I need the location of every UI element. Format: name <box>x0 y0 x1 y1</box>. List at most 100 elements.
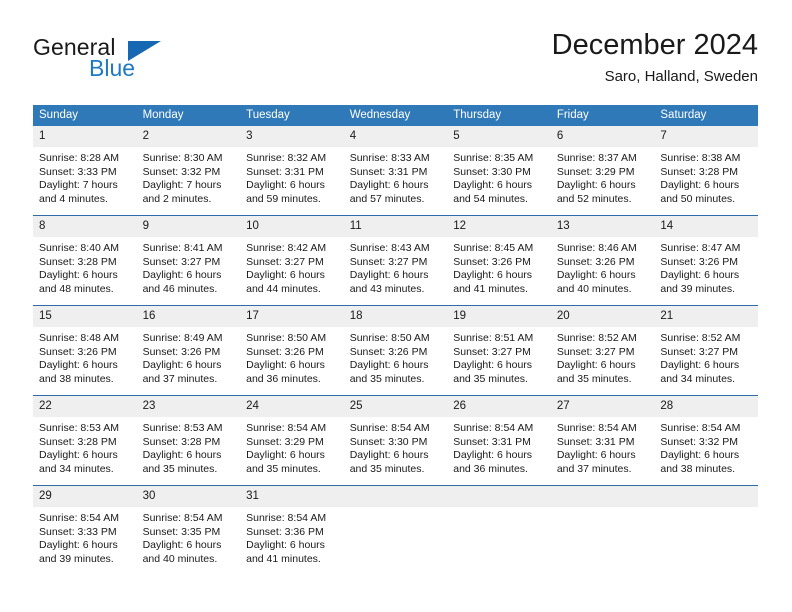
day-cell[interactable]: 22 Sunrise: 8:53 AM Sunset: 3:28 PM Dayl… <box>33 395 137 486</box>
calendar-week-row: 22 Sunrise: 8:53 AM Sunset: 3:28 PM Dayl… <box>33 395 758 486</box>
day-cell[interactable]: 28 Sunrise: 8:54 AM Sunset: 3:32 PM Dayl… <box>654 395 758 486</box>
day-cell[interactable]: 21 Sunrise: 8:52 AM Sunset: 3:27 PM Dayl… <box>654 305 758 396</box>
daylight-text-line2: and 39 minutes. <box>39 552 114 565</box>
day-details: Sunrise: 8:40 AM Sunset: 3:28 PM Dayligh… <box>33 237 137 296</box>
day-number: 31 <box>240 486 344 507</box>
day-number: 18 <box>343 306 448 327</box>
daylight-text-line2: and 41 minutes. <box>246 552 321 565</box>
day-number <box>654 486 758 507</box>
daylight-text-line1: Daylight: 6 hours <box>556 179 636 192</box>
day-number: 8 <box>33 216 137 237</box>
daylight-text-line2: and 41 minutes. <box>453 282 528 295</box>
page-header: General Blue December 2024 Saro, Halland… <box>33 28 758 94</box>
day-cell-empty <box>343 485 448 575</box>
day-cell[interactable]: 14 Sunrise: 8:47 AM Sunset: 3:26 PM Dayl… <box>654 215 758 306</box>
day-details: Sunrise: 8:41 AM Sunset: 3:27 PM Dayligh… <box>137 237 241 296</box>
daylight-text-line1: Daylight: 6 hours <box>660 449 740 462</box>
day-details: Sunrise: 8:42 AM Sunset: 3:27 PM Dayligh… <box>240 237 344 296</box>
day-cell[interactable]: 30 Sunrise: 8:54 AM Sunset: 3:35 PM Dayl… <box>136 485 241 575</box>
day-details: Sunrise: 8:54 AM Sunset: 3:29 PM Dayligh… <box>240 417 344 476</box>
day-details: Sunrise: 8:32 AM Sunset: 3:31 PM Dayligh… <box>240 147 344 206</box>
day-cell[interactable]: 16 Sunrise: 8:49 AM Sunset: 3:26 PM Dayl… <box>136 305 241 396</box>
day-cell[interactable]: 1 Sunrise: 8:28 AM Sunset: 3:33 PM Dayli… <box>33 126 137 216</box>
day-cell[interactable]: 15 Sunrise: 8:48 AM Sunset: 3:26 PM Dayl… <box>33 305 137 396</box>
weekday-header-sunday: Sunday <box>33 105 137 126</box>
day-number: 5 <box>447 126 551 147</box>
day-number: 9 <box>136 216 241 237</box>
day-details: Sunrise: 8:52 AM Sunset: 3:27 PM Dayligh… <box>551 327 655 386</box>
day-number: 19 <box>447 306 551 327</box>
day-cell[interactable]: 9 Sunrise: 8:41 AM Sunset: 3:27 PM Dayli… <box>136 215 241 306</box>
page-title: December 2024 <box>551 29 758 61</box>
daylight-text-line1: Daylight: 6 hours <box>39 449 118 462</box>
day-cell[interactable]: 31 Sunrise: 8:54 AM Sunset: 3:36 PM Dayl… <box>240 485 344 575</box>
sunset-text: Sunset: 3:36 PM <box>246 525 324 538</box>
daylight-text-line1: Daylight: 6 hours <box>142 269 222 282</box>
sunset-text: Sunset: 3:30 PM <box>453 165 531 178</box>
day-cell[interactable]: 8 Sunrise: 8:40 AM Sunset: 3:28 PM Dayli… <box>33 215 137 306</box>
day-cell[interactable]: 25 Sunrise: 8:54 AM Sunset: 3:30 PM Dayl… <box>343 395 448 486</box>
day-details: Sunrise: 8:51 AM Sunset: 3:27 PM Dayligh… <box>447 327 551 386</box>
day-cell[interactable]: 13 Sunrise: 8:46 AM Sunset: 3:26 PM Dayl… <box>550 215 655 306</box>
sunset-text: Sunset: 3:27 PM <box>660 345 739 358</box>
sunset-text: Sunset: 3:31 PM <box>246 165 324 178</box>
day-number: 12 <box>447 216 551 237</box>
day-number: 25 <box>343 396 448 417</box>
sunrise-text: Sunrise: 8:53 AM <box>142 422 223 434</box>
sunset-text: Sunset: 3:29 PM <box>246 435 324 448</box>
daylight-text-line1: Daylight: 6 hours <box>246 179 325 192</box>
sunrise-text: Sunrise: 8:54 AM <box>246 422 327 434</box>
day-cell[interactable]: 26 Sunrise: 8:54 AM Sunset: 3:31 PM Dayl… <box>447 395 551 486</box>
day-details: Sunrise: 8:28 AM Sunset: 3:33 PM Dayligh… <box>33 147 137 206</box>
day-cell[interactable]: 12 Sunrise: 8:45 AM Sunset: 3:26 PM Dayl… <box>447 215 551 306</box>
daylight-text-line1: Daylight: 7 hours <box>39 179 118 192</box>
day-details: Sunrise: 8:54 AM Sunset: 3:32 PM Dayligh… <box>654 417 758 476</box>
day-cell[interactable]: 18 Sunrise: 8:50 AM Sunset: 3:26 PM Dayl… <box>343 305 448 396</box>
day-cell[interactable]: 29 Sunrise: 8:54 AM Sunset: 3:33 PM Dayl… <box>33 485 137 575</box>
day-cell[interactable]: 23 Sunrise: 8:53 AM Sunset: 3:28 PM Dayl… <box>136 395 241 486</box>
sunrise-text: Sunrise: 8:49 AM <box>142 332 223 344</box>
sunset-text: Sunset: 3:26 PM <box>556 255 635 268</box>
day-number: 13 <box>550 216 655 237</box>
sunset-text: Sunset: 3:32 PM <box>142 165 221 178</box>
day-cell[interactable]: 11 Sunrise: 8:43 AM Sunset: 3:27 PM Dayl… <box>343 215 448 306</box>
sunset-text: Sunset: 3:28 PM <box>142 435 221 448</box>
daylight-text-line1: Daylight: 6 hours <box>453 359 533 372</box>
daylight-text-line2: and 2 minutes. <box>142 192 212 205</box>
sunrise-text: Sunrise: 8:40 AM <box>39 242 119 254</box>
day-cell[interactable]: 6 Sunrise: 8:37 AM Sunset: 3:29 PM Dayli… <box>550 126 655 216</box>
day-cell[interactable]: 17 Sunrise: 8:50 AM Sunset: 3:26 PM Dayl… <box>240 305 344 396</box>
daylight-text-line1: Daylight: 6 hours <box>556 269 636 282</box>
general-blue-logo[interactable]: General Blue <box>33 34 203 88</box>
day-cell[interactable]: 2 Sunrise: 8:30 AM Sunset: 3:32 PM Dayli… <box>136 126 241 216</box>
daylight-text-line1: Daylight: 6 hours <box>453 179 533 192</box>
sunset-text: Sunset: 3:27 PM <box>453 345 531 358</box>
sunset-text: Sunset: 3:31 PM <box>556 435 635 448</box>
sunrise-text: Sunrise: 8:45 AM <box>453 242 534 254</box>
day-cell[interactable]: 24 Sunrise: 8:54 AM Sunset: 3:29 PM Dayl… <box>240 395 344 486</box>
day-number: 23 <box>136 396 241 417</box>
sunrise-text: Sunrise: 8:50 AM <box>246 332 327 344</box>
daylight-text-line2: and 34 minutes. <box>660 372 736 385</box>
day-cell[interactable]: 4 Sunrise: 8:33 AM Sunset: 3:31 PM Dayli… <box>343 126 448 216</box>
day-cell[interactable]: 19 Sunrise: 8:51 AM Sunset: 3:27 PM Dayl… <box>447 305 551 396</box>
day-cell[interactable]: 27 Sunrise: 8:54 AM Sunset: 3:31 PM Dayl… <box>550 395 655 486</box>
sunrise-text: Sunrise: 8:32 AM <box>246 152 327 164</box>
day-details: Sunrise: 8:45 AM Sunset: 3:26 PM Dayligh… <box>447 237 551 296</box>
sunrise-text: Sunrise: 8:28 AM <box>39 152 119 164</box>
sunset-text: Sunset: 3:27 PM <box>246 255 324 268</box>
day-cell[interactable]: 20 Sunrise: 8:52 AM Sunset: 3:27 PM Dayl… <box>550 305 655 396</box>
daylight-text-line1: Daylight: 7 hours <box>142 179 222 192</box>
calendar-week-row: 1 Sunrise: 8:28 AM Sunset: 3:33 PM Dayli… <box>33 126 758 216</box>
sunrise-text: Sunrise: 8:35 AM <box>453 152 534 164</box>
daylight-text-line1: Daylight: 6 hours <box>246 539 325 552</box>
day-details: Sunrise: 8:35 AM Sunset: 3:30 PM Dayligh… <box>447 147 551 206</box>
sunrise-text: Sunrise: 8:30 AM <box>142 152 223 164</box>
daylight-text-line2: and 35 minutes. <box>142 462 218 475</box>
day-cell[interactable]: 3 Sunrise: 8:32 AM Sunset: 3:31 PM Dayli… <box>240 126 344 216</box>
day-cell[interactable]: 5 Sunrise: 8:35 AM Sunset: 3:30 PM Dayli… <box>447 126 551 216</box>
sunrise-text: Sunrise: 8:53 AM <box>39 422 119 434</box>
day-cell[interactable]: 10 Sunrise: 8:42 AM Sunset: 3:27 PM Dayl… <box>240 215 344 306</box>
day-number: 29 <box>33 486 137 507</box>
day-cell[interactable]: 7 Sunrise: 8:38 AM Sunset: 3:28 PM Dayli… <box>654 126 758 216</box>
